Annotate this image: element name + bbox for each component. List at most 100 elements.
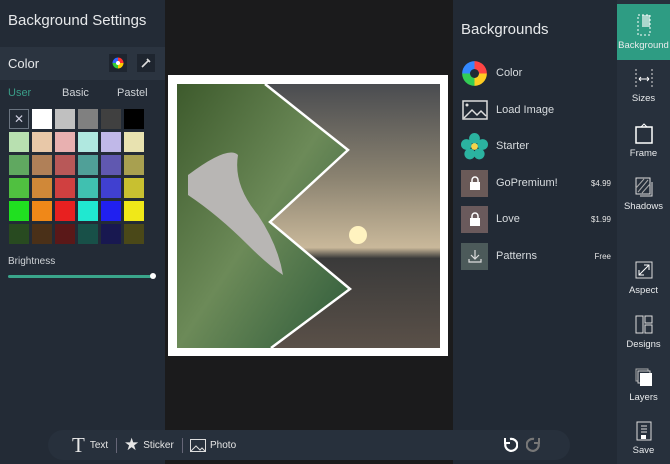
save-icon	[636, 421, 651, 441]
color-swatch[interactable]	[32, 178, 52, 198]
background-item-load-image[interactable]: Load Image	[461, 96, 611, 124]
photo-label: Photo	[210, 439, 237, 451]
color-swatch[interactable]	[101, 132, 121, 152]
backgrounds-title: Backgrounds	[461, 21, 549, 38]
background-item-love[interactable]: Love $1.99	[461, 205, 611, 233]
download-icon	[461, 242, 488, 270]
undo-button[interactable]	[502, 430, 518, 460]
color-swatch[interactable]	[55, 178, 75, 198]
designs-icon	[635, 315, 652, 334]
color-swatch[interactable]	[78, 224, 98, 244]
sidebar-label: Aspect	[628, 285, 659, 296]
color-swatch[interactable]	[55, 224, 75, 244]
item-label: GoPremium!	[496, 177, 558, 189]
color-swatch[interactable]	[9, 155, 29, 175]
color-swatch[interactable]	[78, 201, 98, 221]
collage-image	[177, 83, 440, 350]
sidebar-label: Shadows	[623, 201, 664, 212]
brightness-slider[interactable]	[8, 273, 156, 279]
background-item-color[interactable]: Color	[461, 59, 611, 87]
text-label: Text	[89, 439, 109, 451]
color-swatch[interactable]	[101, 109, 121, 129]
color-swatch[interactable]	[124, 224, 144, 244]
item-price: Free	[594, 251, 611, 261]
redo-button[interactable]	[526, 430, 542, 460]
item-price: $4.99	[590, 178, 611, 188]
eyedropper-icon	[141, 58, 151, 68]
color-swatch[interactable]	[9, 178, 29, 198]
photo-button[interactable]: Photo	[190, 430, 236, 460]
color-swatch[interactable]	[78, 109, 98, 129]
color-swatch[interactable]	[124, 201, 144, 221]
item-label: Love	[496, 213, 520, 225]
tab-pastel[interactable]: Pastel	[117, 87, 148, 99]
sidebar-background[interactable]: Background	[617, 4, 670, 60]
photo-icon	[190, 438, 206, 452]
redo-icon	[526, 437, 540, 452]
text-icon: T	[72, 432, 85, 457]
color-swatch[interactable]	[32, 109, 52, 129]
item-label: Load Image	[496, 104, 555, 116]
sidebar-label: Frame	[629, 148, 658, 159]
color-swatch[interactable]	[101, 155, 121, 175]
slider-thumb[interactable]	[150, 273, 156, 279]
sidebar-designs[interactable]: Designs	[617, 314, 670, 350]
divider	[182, 438, 183, 453]
aspect-icon	[635, 261, 652, 279]
color-swatch[interactable]	[124, 178, 144, 198]
right-sidebar: Background Sizes Frame Shadows Aspect De…	[617, 0, 670, 464]
sizes-icon	[635, 69, 652, 89]
color-swatch[interactable]	[101, 224, 121, 244]
sidebar-frame[interactable]: Frame	[617, 123, 670, 159]
color-swatch[interactable]	[124, 155, 144, 175]
sidebar-sizes[interactable]: Sizes	[617, 68, 670, 104]
sidebar-label: Layers	[629, 392, 658, 403]
background-item-patterns[interactable]: Patterns Free	[461, 242, 611, 270]
sidebar-layers[interactable]: Layers	[617, 367, 670, 403]
color-swatch[interactable]	[78, 178, 98, 198]
color-swatch[interactable]	[124, 109, 144, 129]
star-icon: ★	[124, 435, 140, 454]
brightness-label: Brightness	[8, 256, 56, 267]
sidebar-save[interactable]: Save	[617, 420, 670, 456]
color-swatch[interactable]	[32, 155, 52, 175]
background-item-gopremium[interactable]: GoPremium! $4.99	[461, 169, 611, 197]
color-swatch[interactable]	[55, 155, 75, 175]
no-color-swatch[interactable]: ✕	[9, 109, 29, 129]
color-swatch[interactable]	[55, 132, 75, 152]
color-swatch[interactable]	[32, 132, 52, 152]
color-swatch[interactable]	[9, 224, 29, 244]
color-swatch[interactable]	[55, 201, 75, 221]
color-swatch[interactable]	[55, 109, 75, 129]
color-swatch[interactable]	[32, 201, 52, 221]
background-item-starter[interactable]: Starter	[461, 132, 611, 160]
color-section: Color	[0, 47, 165, 80]
shadows-icon	[635, 177, 652, 197]
color-label: Color	[8, 56, 40, 71]
photo-collage[interactable]	[168, 75, 448, 356]
color-wheel-icon	[461, 60, 488, 87]
sidebar-label: Background	[618, 40, 669, 51]
tab-user[interactable]: User	[8, 87, 31, 99]
color-swatch[interactable]	[101, 178, 121, 198]
color-swatch[interactable]	[9, 132, 29, 152]
color-swatch[interactable]	[124, 132, 144, 152]
color-swatch[interactable]	[9, 201, 29, 221]
text-button[interactable]: T Text	[72, 430, 108, 460]
divider	[116, 438, 117, 453]
color-swatch[interactable]	[78, 155, 98, 175]
sticker-label: Sticker	[143, 439, 174, 451]
tab-basic[interactable]: Basic	[62, 87, 89, 99]
color-wheel-button[interactable]	[109, 54, 127, 72]
eyedropper-button[interactable]	[137, 54, 155, 72]
color-swatch[interactable]	[78, 132, 98, 152]
background-icon	[637, 14, 650, 36]
lock-icon	[461, 205, 488, 233]
background-settings-panel: Background Settings Color User Basic Pas…	[0, 0, 165, 464]
panel-title: Background Settings	[8, 12, 147, 29]
sidebar-shadows[interactable]: Shadows	[617, 176, 670, 212]
color-swatch[interactable]	[101, 201, 121, 221]
sidebar-aspect[interactable]: Aspect	[617, 260, 670, 296]
color-swatch[interactable]	[32, 224, 52, 244]
sticker-button[interactable]: ★ Sticker	[124, 430, 174, 460]
